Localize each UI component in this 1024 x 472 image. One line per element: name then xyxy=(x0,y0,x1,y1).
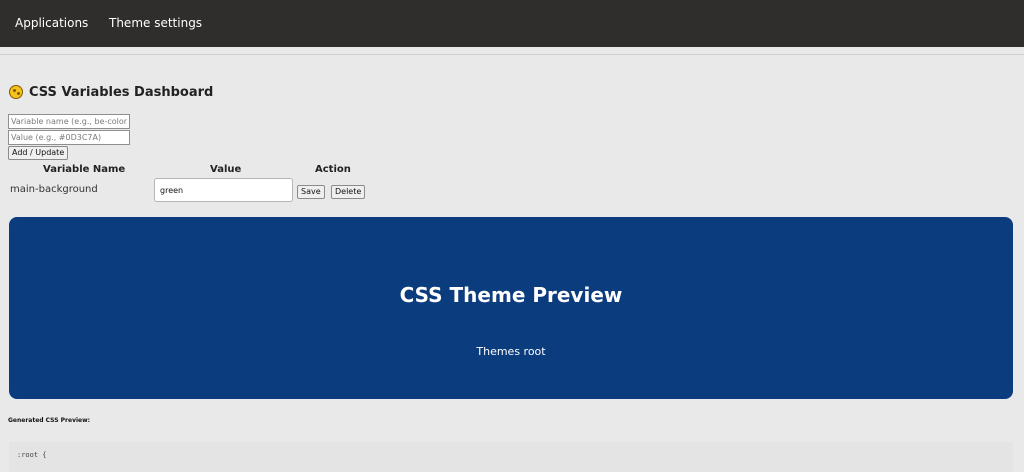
variable-value-field[interactable] xyxy=(154,178,293,202)
nav-item-theme-settings[interactable]: Theme settings xyxy=(109,16,202,30)
add-update-button[interactable]: Add / Update xyxy=(8,146,69,160)
variable-name-cell: main-background xyxy=(10,184,98,195)
generated-css-code-block: :root { xyxy=(9,442,1013,472)
generated-css-label: Generated CSS Preview: xyxy=(8,417,91,424)
preview-subtitle: Themes root xyxy=(476,345,546,358)
variable-value-input[interactable] xyxy=(8,130,130,145)
column-header-variable-name: Variable Name xyxy=(43,164,126,175)
page-title: CSS Variables Dashboard xyxy=(29,84,214,100)
theme-preview-panel: CSS Theme Preview Themes root xyxy=(9,217,1013,399)
delete-button[interactable]: Delete xyxy=(331,185,366,199)
column-header-action: Action xyxy=(315,164,351,175)
palette-icon xyxy=(9,85,23,99)
dashboard-header: CSS Variables Dashboard xyxy=(9,83,213,101)
preview-title: CSS Theme Preview xyxy=(399,283,623,307)
header-divider xyxy=(0,54,1024,55)
save-button[interactable]: Save xyxy=(297,185,325,199)
variable-name-input[interactable] xyxy=(8,114,130,129)
top-navigation-bar: Applications Theme settings xyxy=(0,0,1024,47)
column-header-value: Value xyxy=(210,164,242,175)
nav-item-applications[interactable]: Applications xyxy=(15,16,88,30)
